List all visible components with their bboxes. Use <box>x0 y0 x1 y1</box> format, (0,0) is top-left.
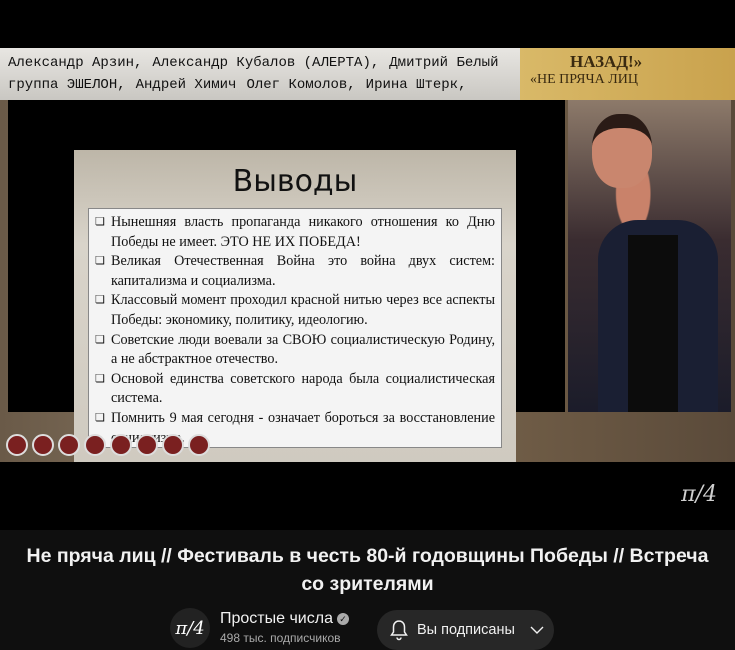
checkbox-bullet-icon: ❏ <box>95 333 105 346</box>
speaker-head <box>592 114 652 188</box>
festival-stamp: НАЗАД!» «НЕ ПРЯЧА ЛИЦ <box>520 48 735 100</box>
name: Александр Арзин, <box>8 55 143 71</box>
logo-icon <box>58 434 80 456</box>
name: Александр Кубалов (АЛЕРТА), <box>152 55 380 71</box>
slide-title: Выводы <box>232 164 358 199</box>
channel-name[interactable]: Простые числа <box>220 610 333 627</box>
logo-icon <box>6 434 28 456</box>
slide-bullet: ❏ Советские люди воевали за СВОЮ социалис… <box>95 331 495 370</box>
name: Дмитрий Белый <box>389 55 499 71</box>
logo-icon <box>32 434 54 456</box>
name: группа ЭШЕЛОН, <box>8 77 126 93</box>
bullet-text: Классовый момент проходил красной нитью … <box>111 292 495 328</box>
video-title[interactable]: Не пряча лиц // Фестиваль в честь 80-й г… <box>20 542 715 598</box>
slide-bullet-list: ❏ Нынешняя власть пропаганда никакого отн… <box>88 208 502 448</box>
subscribed-button[interactable]: Вы подписаны <box>377 610 554 650</box>
channel-info[interactable]: Простые числа ✓ 498 тыс. подписчиков <box>220 610 349 645</box>
logo-icon <box>136 434 158 456</box>
name: Олег Комолов, <box>246 77 356 93</box>
chevron-down-icon <box>530 626 544 634</box>
subscribed-label: Вы подписаны <box>417 622 515 638</box>
slide-bullet: ❏ Великая Отечественная Война это война д… <box>95 252 495 291</box>
logo-icon <box>110 434 132 456</box>
video-player[interactable]: Александр Арзин, Александр Кубалов (АЛЕРТ… <box>0 0 735 530</box>
channel-avatar[interactable]: π/4 <box>170 608 210 648</box>
slide-bullet: ❏ Нынешняя власть пропаганда никакого отн… <box>95 213 495 252</box>
bullet-text: Великая Отечественная Война это война дв… <box>111 253 495 289</box>
checkbox-bullet-icon: ❏ <box>95 216 105 228</box>
name: Ирина Штерк, <box>365 77 467 93</box>
bullet-text: Советские люди воевали за СВОЮ социалист… <box>111 331 495 368</box>
slide-bullet: ❏ Классовый момент проходил красной нитью… <box>95 291 495 330</box>
bell-icon <box>390 620 408 641</box>
bullet-text: Основой единства советского народа была … <box>111 370 495 407</box>
slide-bullet: ❏ Основой единства советского народа была… <box>95 370 495 409</box>
checkbox-bullet-icon: ❏ <box>95 372 105 385</box>
subscriber-count: 498 тыс. подписчиков <box>220 631 341 645</box>
stamp-text: «НЕ ПРЯЧА ЛИЦ <box>530 72 638 87</box>
speaker-shirt <box>628 235 678 412</box>
logo-icon <box>162 434 184 456</box>
checkbox-bullet-icon: ❏ <box>95 255 105 268</box>
video-frame[interactable]: Александр Арзин, Александр Кубалов (АЛЕРТ… <box>0 48 735 462</box>
channel-row[interactable]: π/4 Простые числа ✓ 498 тыс. подписчиков <box>170 608 349 648</box>
verified-check-icon: ✓ <box>336 613 349 625</box>
stamp-text: НАЗАД!» <box>570 52 643 71</box>
name: Андрей Химич <box>135 77 237 93</box>
logo-icon <box>188 434 210 456</box>
organization-logos <box>6 434 210 456</box>
names-banner: Александр Арзин, Александр Кубалов (АЛЕРТ… <box>0 48 520 100</box>
presentation-slide: Выводы ❏ Нынешняя власть пропаганда никак… <box>74 150 516 462</box>
channel-watermark[interactable]: π/4 <box>681 482 717 507</box>
slide-background: Выводы ❏ Нынешняя власть пропаганда никак… <box>8 100 565 462</box>
logo-icon <box>84 434 106 456</box>
speaker-video <box>568 100 731 412</box>
checkbox-bullet-icon: ❏ <box>95 294 105 307</box>
bullet-text: Нынешняя власть пропаганда никакого отно… <box>111 214 495 250</box>
